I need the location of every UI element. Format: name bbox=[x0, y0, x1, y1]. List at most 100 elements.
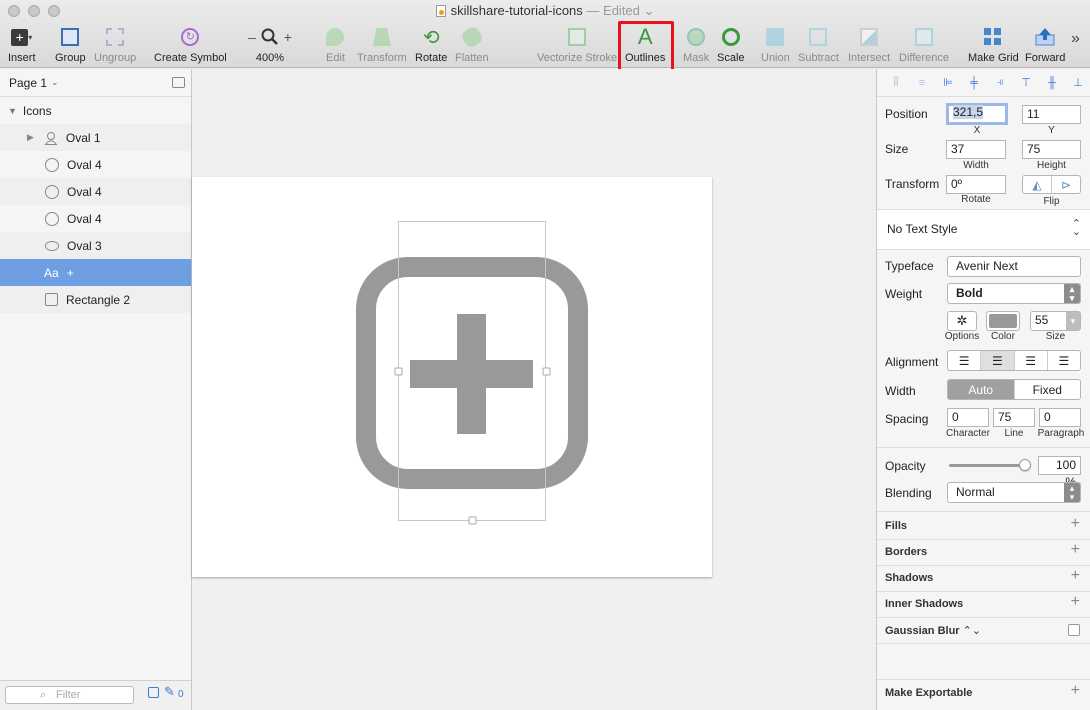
union-button[interactable]: Union bbox=[761, 24, 790, 64]
page-toggle-icon[interactable] bbox=[172, 77, 185, 88]
opacity-slider[interactable] bbox=[949, 464, 1025, 467]
text-alignment-control: ☰ ☰ ☰ ☰ bbox=[947, 350, 1081, 371]
layer-group-icons[interactable]: ▼ Icons bbox=[0, 97, 191, 124]
subtract-button[interactable]: Subtract bbox=[798, 24, 839, 64]
paragraph-spacing-field[interactable]: 0 bbox=[1039, 408, 1081, 427]
width-auto-option[interactable]: Auto bbox=[948, 380, 1015, 399]
font-size-field[interactable]: 55 ▾ bbox=[1030, 311, 1081, 331]
text-color-well[interactable] bbox=[986, 311, 1020, 331]
make-exportable-header[interactable]: Make Exportable bbox=[885, 687, 972, 699]
disclosure-closed-icon[interactable]: ▶ bbox=[27, 132, 34, 143]
add-inner-shadow-icon[interactable]: + bbox=[1071, 593, 1080, 611]
flip-vertical-icon[interactable]: ⊳ bbox=[1052, 176, 1080, 193]
blending-select[interactable]: Normal ▴ ▾ bbox=[947, 482, 1081, 503]
filter-input[interactable]: ⌕ Filter bbox=[5, 686, 134, 704]
ungroup-button[interactable]: Ungroup bbox=[94, 24, 136, 64]
resize-handle-bottom[interactable] bbox=[468, 516, 477, 525]
updown-chevron-icon[interactable]: ⌃⌄ bbox=[963, 625, 981, 637]
layer-row[interactable]: Oval 3 bbox=[0, 232, 191, 259]
layer-row[interactable]: ▶ Oval 1 bbox=[0, 124, 191, 151]
intersect-button[interactable]: Intersect bbox=[848, 24, 890, 64]
flatten-button[interactable]: Flatten bbox=[455, 24, 489, 64]
text-align-right-icon[interactable]: ☰ bbox=[1015, 351, 1048, 370]
layer-row[interactable]: Oval 4 bbox=[0, 151, 191, 178]
forward-button[interactable]: Forward bbox=[1025, 24, 1065, 64]
inner-shadows-section-header[interactable]: Inner Shadows bbox=[885, 598, 963, 610]
group-button[interactable]: Group bbox=[55, 24, 86, 64]
typeface-field[interactable]: Avenir Next bbox=[947, 256, 1081, 277]
gaussian-blur-section-header[interactable]: Gaussian Blur ⌃⌄ bbox=[885, 624, 981, 637]
fills-section-header[interactable]: Fills bbox=[885, 520, 907, 532]
rotate-field[interactable]: 0º bbox=[946, 175, 1006, 194]
create-symbol-button[interactable]: ↻ Create Symbol bbox=[154, 24, 227, 64]
artboard[interactable] bbox=[192, 177, 712, 577]
blending-label: Blending bbox=[885, 486, 932, 500]
insert-label: Insert bbox=[8, 52, 36, 64]
width-label: Width bbox=[963, 160, 989, 171]
add-shadow-icon[interactable]: + bbox=[1071, 567, 1080, 585]
vectorize-stroke-button[interactable]: Vectorize Stroke bbox=[537, 24, 617, 64]
disclosure-open-icon[interactable]: ▼ bbox=[8, 106, 17, 116]
text-style-selector[interactable]: No Text Style ⌃ ⌄ bbox=[877, 210, 1090, 249]
layer-row[interactable]: Oval 4 bbox=[0, 205, 191, 232]
text-align-justify-icon[interactable]: ☰ bbox=[1048, 351, 1080, 370]
edited-filter-icon[interactable]: ✎ bbox=[164, 684, 175, 700]
toolbar-overflow-button[interactable]: » bbox=[1071, 26, 1080, 52]
align-center-horizontal-icon[interactable]: ╪ bbox=[963, 75, 985, 91]
chevron-down-icon: ⌄ bbox=[51, 77, 59, 87]
opacity-field[interactable]: 100 % bbox=[1038, 456, 1081, 489]
plus-vertical-bar bbox=[457, 314, 486, 434]
width-fixed-option[interactable]: Fixed bbox=[1015, 380, 1081, 399]
text-options-button[interactable]: ✲ bbox=[947, 311, 977, 331]
zoom-out-button[interactable]: – bbox=[248, 29, 256, 45]
opacity-slider-knob[interactable] bbox=[1019, 459, 1031, 471]
flip-horizontal-icon[interactable]: ◭ bbox=[1023, 176, 1052, 193]
resize-handle-right[interactable] bbox=[542, 367, 551, 376]
symbols-filter-icon[interactable] bbox=[148, 687, 159, 698]
text-align-left-icon[interactable]: ☰ bbox=[948, 351, 982, 370]
zoom-in-button[interactable]: + bbox=[284, 29, 292, 45]
page-selector[interactable]: Page 1 ⌄ bbox=[0, 69, 191, 97]
edited-status[interactable]: — Edited bbox=[586, 3, 639, 18]
canvas[interactable] bbox=[192, 69, 876, 710]
align-left-icon[interactable]: ⊫ bbox=[937, 75, 959, 91]
layer-row[interactable]: Oval 4 bbox=[0, 178, 191, 205]
width-field[interactable]: 37 bbox=[946, 140, 1006, 159]
add-border-icon[interactable]: + bbox=[1071, 541, 1080, 559]
text-align-center-icon[interactable]: ☰ bbox=[981, 351, 1015, 370]
add-export-icon[interactable]: + bbox=[1071, 682, 1080, 700]
zoom-control[interactable]: – + 400% bbox=[248, 24, 292, 64]
layer-row-selected[interactable]: Aa + bbox=[0, 259, 191, 286]
position-label: Position bbox=[885, 107, 928, 121]
align-right-icon[interactable]: ⫣ bbox=[989, 75, 1011, 91]
distribute-vertical-icon[interactable]: ≡ bbox=[911, 75, 933, 91]
insert-button[interactable]: + ▾ Insert bbox=[8, 24, 36, 64]
rotate-button[interactable]: ⟲ Rotate bbox=[415, 24, 447, 65]
align-middle-vertical-icon[interactable]: ╫ bbox=[1041, 75, 1063, 91]
distribute-horizontal-icon[interactable]: ⫼ bbox=[885, 75, 907, 91]
search-icon: ⌕ bbox=[40, 689, 47, 701]
transform-button[interactable]: Transform bbox=[357, 24, 407, 64]
shadows-section-header[interactable]: Shadows bbox=[885, 572, 933, 584]
difference-button[interactable]: Difference bbox=[899, 24, 949, 64]
resize-handle-left[interactable] bbox=[394, 367, 403, 376]
vectorize-stroke-icon bbox=[568, 24, 587, 50]
position-y-field[interactable]: 11 bbox=[1022, 105, 1081, 124]
weight-select[interactable]: Bold ▴ ▾ bbox=[947, 283, 1081, 304]
position-x-field[interactable]: 321,5 bbox=[946, 103, 1008, 125]
align-top-icon[interactable]: ⊤ bbox=[1015, 75, 1037, 91]
character-spacing-field[interactable]: 0 bbox=[947, 408, 989, 427]
scale-button[interactable]: Scale bbox=[717, 24, 745, 64]
borders-section-header[interactable]: Borders bbox=[885, 546, 927, 558]
edit-button[interactable]: Edit bbox=[326, 24, 345, 64]
make-grid-button[interactable]: Make Grid bbox=[968, 24, 1019, 64]
chevron-down-icon[interactable]: ▾ bbox=[1066, 312, 1080, 330]
gaussian-blur-checkbox[interactable] bbox=[1068, 624, 1080, 636]
align-bottom-icon[interactable]: ⊥ bbox=[1067, 75, 1089, 91]
layer-label: Oval 3 bbox=[67, 238, 102, 253]
mask-button[interactable]: Mask bbox=[683, 24, 709, 64]
line-spacing-field[interactable]: 75 bbox=[993, 408, 1035, 427]
height-field[interactable]: 75 bbox=[1022, 140, 1081, 159]
add-fill-icon[interactable]: + bbox=[1071, 515, 1080, 533]
layer-row[interactable]: Rectangle 2 bbox=[0, 286, 191, 313]
